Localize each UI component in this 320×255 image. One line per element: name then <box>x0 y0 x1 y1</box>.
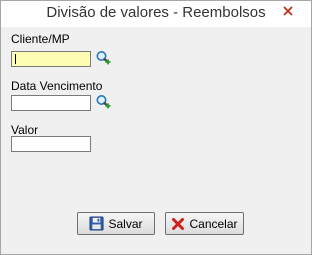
vencimento-lookup-icon[interactable] <box>95 94 111 110</box>
close-button[interactable] <box>269 1 307 21</box>
close-icon <box>283 6 293 16</box>
cliente-lookup-icon[interactable] <box>95 50 111 66</box>
dialog-window: Divisão de valores - Reembolsos Cliente/… <box>0 0 312 255</box>
window-title: Divisão de valores - Reembolsos <box>46 4 266 21</box>
text-caret <box>15 54 16 64</box>
valor-input[interactable] <box>11 136 91 152</box>
dialog-content: Cliente/MP Data Vencimento Valor Salvar … <box>4 27 308 251</box>
cliente-input[interactable] <box>11 51 91 67</box>
cancel-button-label: Cancelar <box>189 216 238 231</box>
cancel-button[interactable]: Cancelar <box>165 212 244 235</box>
title-bar[interactable]: Divisão de valores - Reembolsos <box>1 1 311 27</box>
vencimento-input[interactable] <box>11 95 91 111</box>
save-button[interactable]: Salvar <box>77 212 155 235</box>
valor-label: Valor <box>11 123 39 137</box>
cliente-label: Cliente/MP <box>11 32 70 46</box>
vencimento-label: Data Vencimento <box>11 79 103 93</box>
floppy-disk-icon <box>89 216 105 231</box>
save-button-label: Salvar <box>108 216 143 231</box>
red-x-icon <box>172 217 185 230</box>
